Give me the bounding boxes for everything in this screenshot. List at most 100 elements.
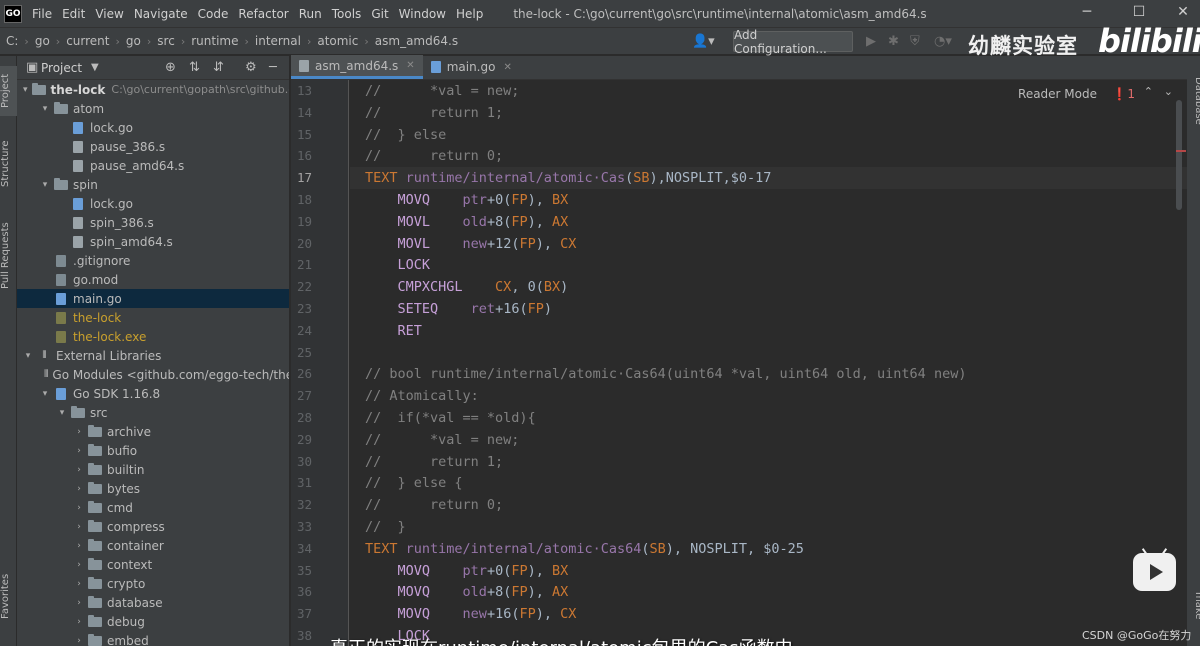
editor-tab[interactable]: main.go ✕ (423, 55, 520, 79)
code-line[interactable]: MOVQ old+8(FP), AX (365, 581, 569, 603)
breadcrumb-item[interactable]: atomic (317, 34, 358, 48)
tree-item[interactable]: lock.go (17, 118, 289, 137)
breadcrumb-item[interactable]: C: (6, 34, 18, 48)
locate-icon[interactable]: ⊕ (165, 60, 176, 75)
code-line[interactable]: RET (365, 320, 422, 342)
breadcrumb-item[interactable]: internal (255, 34, 301, 48)
code-line[interactable]: // bool runtime∕internal∕atomic·Cas64(ui… (365, 363, 966, 385)
chevron-icon[interactable]: › (74, 484, 84, 494)
close-icon[interactable]: ✕ (1168, 4, 1198, 20)
tree-item[interactable]: the-lock (17, 308, 289, 327)
menu-code[interactable]: Code (198, 7, 229, 21)
chevron-icon[interactable]: ▾ (23, 351, 33, 361)
next-problem-icon[interactable]: ⌄ (1164, 85, 1173, 98)
tree-item[interactable]: › archive (17, 422, 289, 441)
breadcrumb-item[interactable]: runtime (191, 34, 238, 48)
code-line[interactable]: // return 0; (365, 494, 503, 516)
code-line[interactable]: MOVQ ptr+0(FP), BX (365, 560, 569, 582)
code-line[interactable]: SETEQ ret+16(FP) (365, 298, 552, 320)
code-line[interactable]: TEXT runtime∕internal∕atomic·Cas(SB),NOS… (365, 167, 771, 189)
breadcrumb-item[interactable]: current (66, 34, 109, 48)
menu-window[interactable]: Window (399, 7, 446, 21)
chevron-icon[interactable]: ▾ (40, 389, 50, 399)
tree-item[interactable]: › embed (17, 631, 289, 646)
tree-item[interactable]: .gitignore (17, 251, 289, 270)
code-line[interactable]: TEXT runtime∕internal∕atomic·Cas64(SB), … (365, 538, 804, 560)
menu-navigate[interactable]: Navigate (134, 7, 188, 21)
chevron-icon[interactable]: ▾ (23, 85, 28, 95)
tree-item[interactable]: go.mod (17, 270, 289, 289)
code-line[interactable]: MOVL new+12(FP), CX (365, 233, 577, 255)
chevron-icon[interactable]: › (74, 541, 84, 551)
code-line[interactable]: // Atomically: (365, 385, 479, 407)
tree-item[interactable]: › bufio (17, 441, 289, 460)
favorites-tool-tab[interactable]: Favorites (0, 564, 17, 628)
menu-run[interactable]: Run (299, 7, 322, 21)
breadcrumb-item[interactable]: go (35, 34, 50, 48)
menu-file[interactable]: File (32, 7, 52, 21)
tree-item[interactable]: ⦀ Go Modules <github.com/eggo-tech/the-l (17, 365, 289, 384)
editor-scrollbar[interactable] (1176, 100, 1182, 210)
chevron-icon[interactable]: › (74, 465, 84, 475)
make-tool-tab[interactable]: make (1187, 586, 1200, 626)
chevron-icon[interactable]: › (74, 446, 84, 456)
tree-item[interactable]: pause_amd64.s (17, 156, 289, 175)
menu-edit[interactable]: Edit (62, 7, 85, 21)
tree-item[interactable]: ▾ src (17, 403, 289, 422)
run-icon[interactable]: ▶ (866, 34, 876, 49)
tree-item[interactable]: › compress (17, 517, 289, 536)
code-line[interactable]: CMPXCHGL CX, 0(BX) (365, 276, 569, 298)
project-tool-tab[interactable]: Project (0, 66, 17, 116)
tree-item[interactable]: › cmd (17, 498, 289, 517)
chevron-icon[interactable]: › (74, 598, 84, 608)
error-stripe-marker[interactable] (1176, 150, 1186, 152)
chevron-icon[interactable]: › (74, 617, 84, 627)
gear-icon[interactable]: ⚙ (245, 60, 257, 75)
chevron-icon[interactable]: ▾ (40, 104, 50, 114)
breadcrumb-item[interactable]: asm_amd64.s (375, 34, 458, 48)
project-panel-title[interactable]: Project (41, 61, 82, 75)
code-editor[interactable]: 13 14 15 16 17 18 19 20 21 22 23 24 25 26 27 28 29 30 31 32… (291, 80, 1187, 646)
add-configuration-button[interactable]: Add Configuration... (733, 28, 853, 56)
menu-help[interactable]: Help (456, 7, 483, 21)
tree-item[interactable]: pause_386.s (17, 137, 289, 156)
menu-refactor[interactable]: Refactor (238, 7, 288, 21)
tree-item[interactable]: ▾ Go SDK 1.16.8 (17, 384, 289, 403)
chevron-icon[interactable]: › (74, 427, 84, 437)
code-line[interactable]: // if(*val == *old){ (365, 407, 536, 429)
tree-item[interactable]: › container (17, 536, 289, 555)
pull-requests-tool-tab[interactable]: Pull Requests (0, 216, 17, 296)
tree-item[interactable]: main.go (17, 289, 289, 308)
minimize-icon[interactable]: ─ (1072, 4, 1102, 20)
debug-icon[interactable]: ✱ (888, 34, 899, 49)
tree-item[interactable]: › context (17, 555, 289, 574)
code-line[interactable]: MOVL old+8(FP), AX (365, 211, 569, 233)
previous-problem-icon[interactable]: ⌃ (1144, 85, 1153, 98)
menu-view[interactable]: View (95, 7, 123, 21)
close-tab-icon[interactable]: ✕ (406, 60, 414, 71)
chevron-icon[interactable]: › (74, 503, 84, 513)
code-line[interactable]: // } else (365, 124, 446, 146)
coverage-icon[interactable]: ⛨ (910, 34, 920, 49)
tree-item[interactable]: spin_386.s (17, 213, 289, 232)
tree-item[interactable]: the-lock.exe (17, 327, 289, 346)
maximize-icon[interactable]: ☐ (1124, 4, 1154, 20)
menu-tools[interactable]: Tools (332, 7, 362, 21)
tree-item[interactable]: › debug (17, 612, 289, 631)
error-count-badge[interactable]: ❗1 (1112, 87, 1135, 101)
menu-git[interactable]: Git (371, 7, 388, 21)
code-line[interactable]: // return 1; (365, 102, 503, 124)
tree-item[interactable]: › database (17, 593, 289, 612)
profile-icon[interactable]: ◔▾ (934, 34, 952, 49)
code-line[interactable]: MOVQ new+16(FP), CX (365, 603, 577, 625)
chevron-down-icon[interactable]: ▼ (91, 62, 99, 73)
reader-mode-toggle[interactable]: Reader Mode (1018, 87, 1097, 101)
code-line[interactable]: MOVQ ptr+0(FP), BX (365, 189, 569, 211)
play-button[interactable] (1133, 553, 1176, 591)
tree-item[interactable]: ▾ the-lock C:\go\current\gopath\src\github… (17, 80, 289, 99)
chevron-icon[interactable]: ▾ (40, 180, 50, 190)
code-line[interactable]: LOCK (365, 254, 431, 276)
breadcrumb-item[interactable]: go (126, 34, 141, 48)
chevron-icon[interactable]: › (74, 522, 84, 532)
editor-tab[interactable]: asm_amd64.s ✕ (291, 55, 423, 79)
